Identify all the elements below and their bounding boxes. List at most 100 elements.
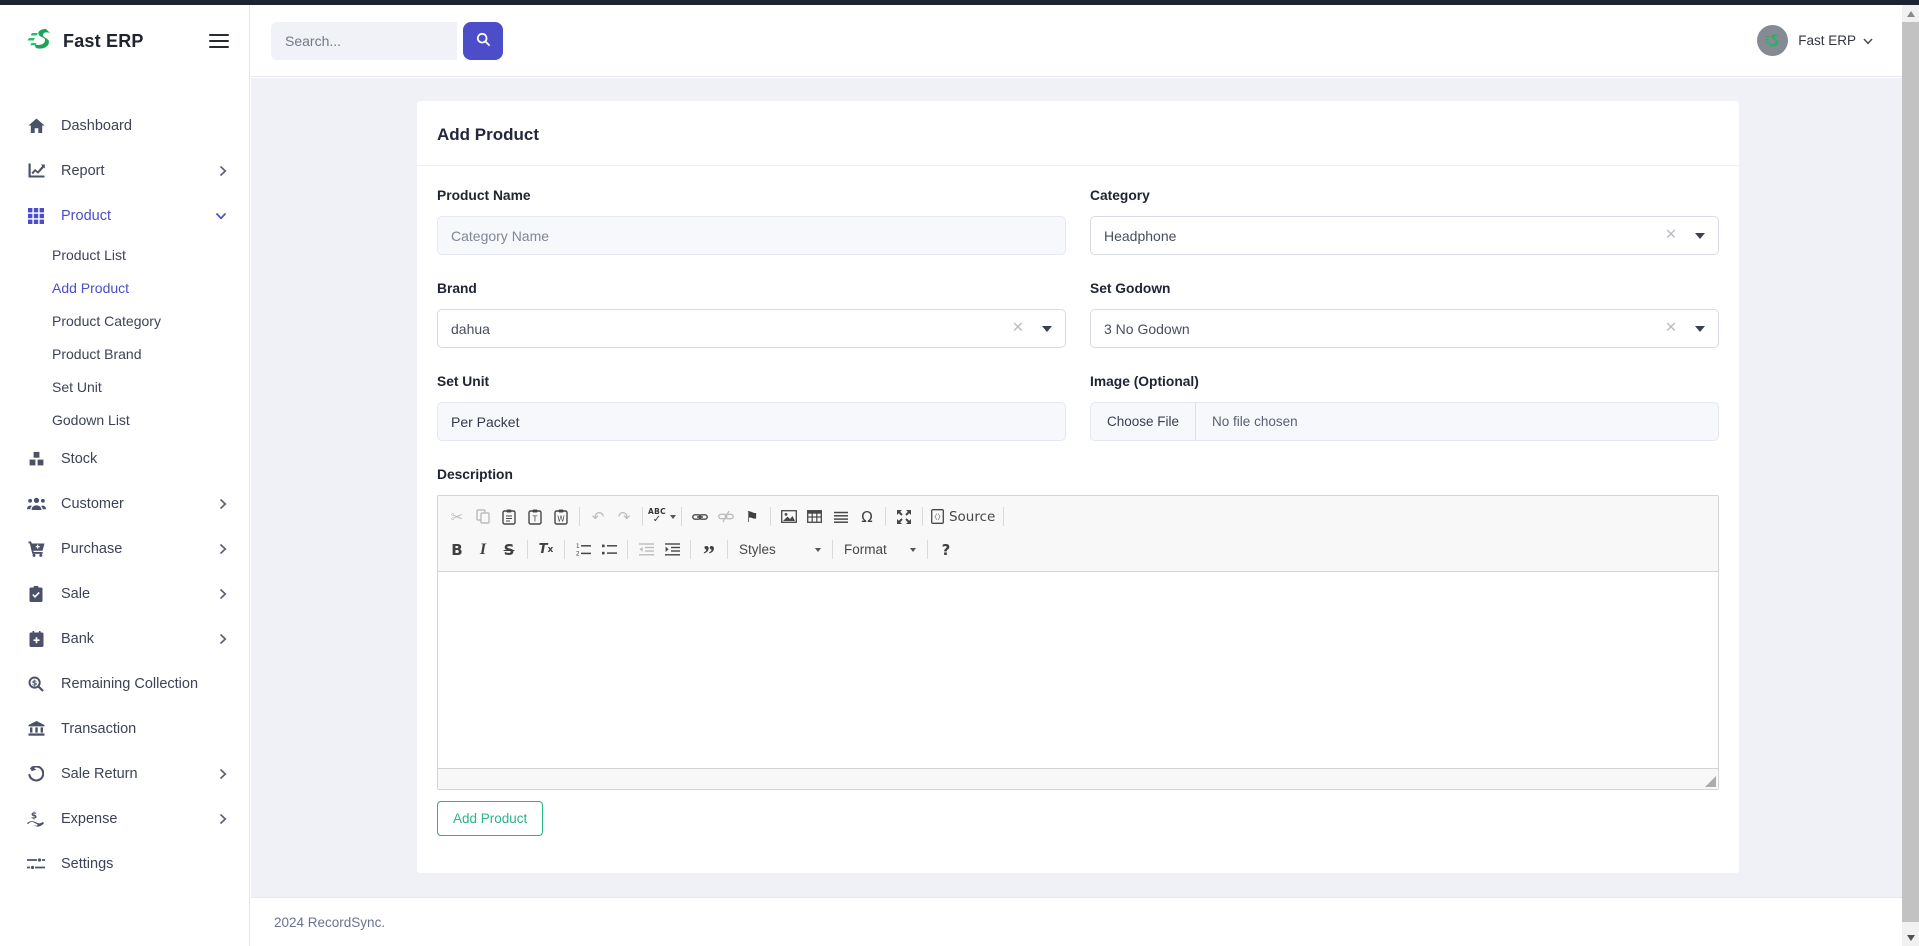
toolbar-separator	[885, 507, 886, 526]
toolbar-separator	[770, 507, 771, 526]
cart-icon	[26, 541, 46, 557]
sidebar-item-purchase[interactable]: Purchase	[0, 526, 249, 571]
chevron-down-icon	[1863, 32, 1873, 50]
search-input[interactable]	[271, 22, 457, 60]
copy-icon[interactable]	[470, 504, 496, 529]
sidebar-item-customer[interactable]: Customer	[0, 481, 249, 526]
scrollbar-thumb[interactable]	[1902, 22, 1919, 922]
category-label: Category	[1090, 188, 1719, 203]
horizontal-rule-icon[interactable]	[828, 504, 854, 529]
search-dollar-icon: $	[26, 676, 46, 692]
add-product-submit-button[interactable]: Add Product	[437, 801, 543, 836]
sidebar-item-label: Dashboard	[61, 118, 227, 134]
sidebar-item-stock[interactable]: Stock	[0, 436, 249, 481]
toolbar-separator	[927, 540, 928, 559]
link-icon[interactable]	[687, 504, 713, 529]
scroll-up-arrow[interactable]	[1902, 5, 1919, 22]
caret-down-icon[interactable]	[1695, 233, 1705, 239]
description-editor-content[interactable]	[438, 572, 1718, 768]
increase-indent-icon[interactable]	[659, 537, 685, 562]
avatar	[1757, 25, 1788, 56]
category-select[interactable]: Headphone ✕	[1090, 216, 1719, 255]
editor-help-icon[interactable]: ?	[933, 537, 959, 562]
sidebar-subitem-product-category[interactable]: Product Category	[0, 304, 249, 337]
resize-handle[interactable]	[1705, 776, 1716, 787]
calendar-plus-icon	[26, 631, 46, 647]
toolbar-separator	[681, 507, 682, 526]
sidebar-item-product[interactable]: Product	[0, 193, 249, 238]
chevron-right-icon	[219, 588, 227, 600]
maximize-icon[interactable]	[891, 504, 917, 529]
format-dropdown[interactable]: Format	[838, 537, 922, 562]
choose-file-button[interactable]: Choose File	[1091, 403, 1196, 440]
caret-down-icon[interactable]	[1695, 326, 1705, 332]
styles-dropdown[interactable]: Styles	[733, 537, 827, 562]
decrease-indent-icon[interactable]	[633, 537, 659, 562]
special-character-icon[interactable]: Ω	[854, 504, 880, 529]
vertical-scrollbar[interactable]	[1902, 5, 1919, 946]
product-name-input[interactable]	[437, 216, 1066, 255]
user-name: Fast ERP	[1798, 33, 1856, 48]
sidebar-subitem-product-list[interactable]: Product List	[0, 238, 249, 271]
italic-icon[interactable]: I	[470, 537, 496, 562]
sidebar-subitem-product-brand[interactable]: Product Brand	[0, 337, 249, 370]
sidebar-item-report[interactable]: Report	[0, 148, 249, 193]
godown-selected-value: 3 No Godown	[1104, 321, 1665, 337]
bulleted-list-icon[interactable]	[596, 537, 622, 562]
topbar: Fast ERP	[251, 5, 1919, 77]
cut-icon[interactable]: ✂	[444, 504, 470, 529]
clear-selection-icon[interactable]: ✕	[1665, 228, 1677, 243]
sidebar-nav: Dashboard Report Product Product List	[0, 77, 249, 886]
strikethrough-icon[interactable]: S	[496, 537, 522, 562]
sidebar-item-label: Stock	[61, 451, 227, 467]
clipboard-check-icon	[26, 586, 46, 602]
insert-table-icon[interactable]	[802, 504, 828, 529]
scroll-down-arrow[interactable]	[1902, 929, 1919, 946]
numbered-list-icon[interactable]: 12	[570, 537, 596, 562]
cubes-icon	[26, 451, 46, 467]
image-file-input[interactable]: Choose File No file chosen	[1090, 402, 1719, 441]
sidebar-subitem-add-product[interactable]: Add Product	[0, 271, 249, 304]
sidebar-item-bank[interactable]: Bank	[0, 616, 249, 661]
paste-as-text-icon[interactable]: T	[522, 504, 548, 529]
sidebar-subitem-set-unit[interactable]: Set Unit	[0, 370, 249, 403]
unlink-icon[interactable]	[713, 504, 739, 529]
clear-selection-icon[interactable]: ✕	[1665, 321, 1677, 336]
users-icon	[26, 497, 46, 511]
search-button[interactable]	[463, 22, 503, 60]
toolbar-separator	[690, 540, 691, 559]
set-godown-select[interactable]: 3 No Godown ✕	[1090, 309, 1719, 348]
clear-selection-icon[interactable]: ✕	[1012, 321, 1024, 336]
sidebar-subitem-godown-list[interactable]: Godown List	[0, 403, 249, 436]
undo-icon[interactable]: ↶	[585, 504, 611, 529]
brand-select[interactable]: dahua ✕	[437, 309, 1066, 348]
paste-from-word-icon[interactable]: W	[548, 504, 574, 529]
sidebar-item-dashboard[interactable]: Dashboard	[0, 103, 249, 148]
source-button[interactable]: 〈〉 Source	[928, 504, 998, 529]
set-unit-input[interactable]	[437, 402, 1066, 441]
sidebar-item-transaction[interactable]: Transaction	[0, 706, 249, 751]
caret-down-icon[interactable]	[1042, 326, 1052, 332]
hand-dollar-icon: $	[26, 811, 46, 827]
blockquote-icon[interactable]: ”	[696, 537, 722, 562]
chevron-right-icon	[219, 813, 227, 825]
sidebar-item-expense[interactable]: $ Expense	[0, 796, 249, 841]
sidebar-item-settings[interactable]: Settings	[0, 841, 249, 886]
paste-icon[interactable]	[496, 504, 522, 529]
page-title: Add Product	[437, 125, 1719, 145]
toolbar-separator	[579, 507, 580, 526]
sidebar-item-label: Expense	[61, 811, 219, 827]
sidebar-item-remaining-collection[interactable]: $ Remaining Collection	[0, 661, 249, 706]
toolbar-separator	[1003, 507, 1004, 526]
bold-icon[interactable]: B	[444, 537, 470, 562]
redo-icon[interactable]: ↷	[611, 504, 637, 529]
user-menu[interactable]: Fast ERP	[1757, 25, 1873, 56]
toolbar-separator	[564, 540, 565, 559]
sidebar-item-sale-return[interactable]: Sale Return	[0, 751, 249, 796]
spellcheck-icon[interactable]: ABC ✓	[648, 504, 676, 529]
hamburger-menu-icon[interactable]	[209, 30, 229, 52]
anchor-flag-icon[interactable]: ⚑	[739, 504, 765, 529]
insert-image-icon[interactable]	[776, 504, 802, 529]
remove-format-icon[interactable]: Tx	[533, 537, 559, 562]
sidebar-item-sale[interactable]: Sale	[0, 571, 249, 616]
